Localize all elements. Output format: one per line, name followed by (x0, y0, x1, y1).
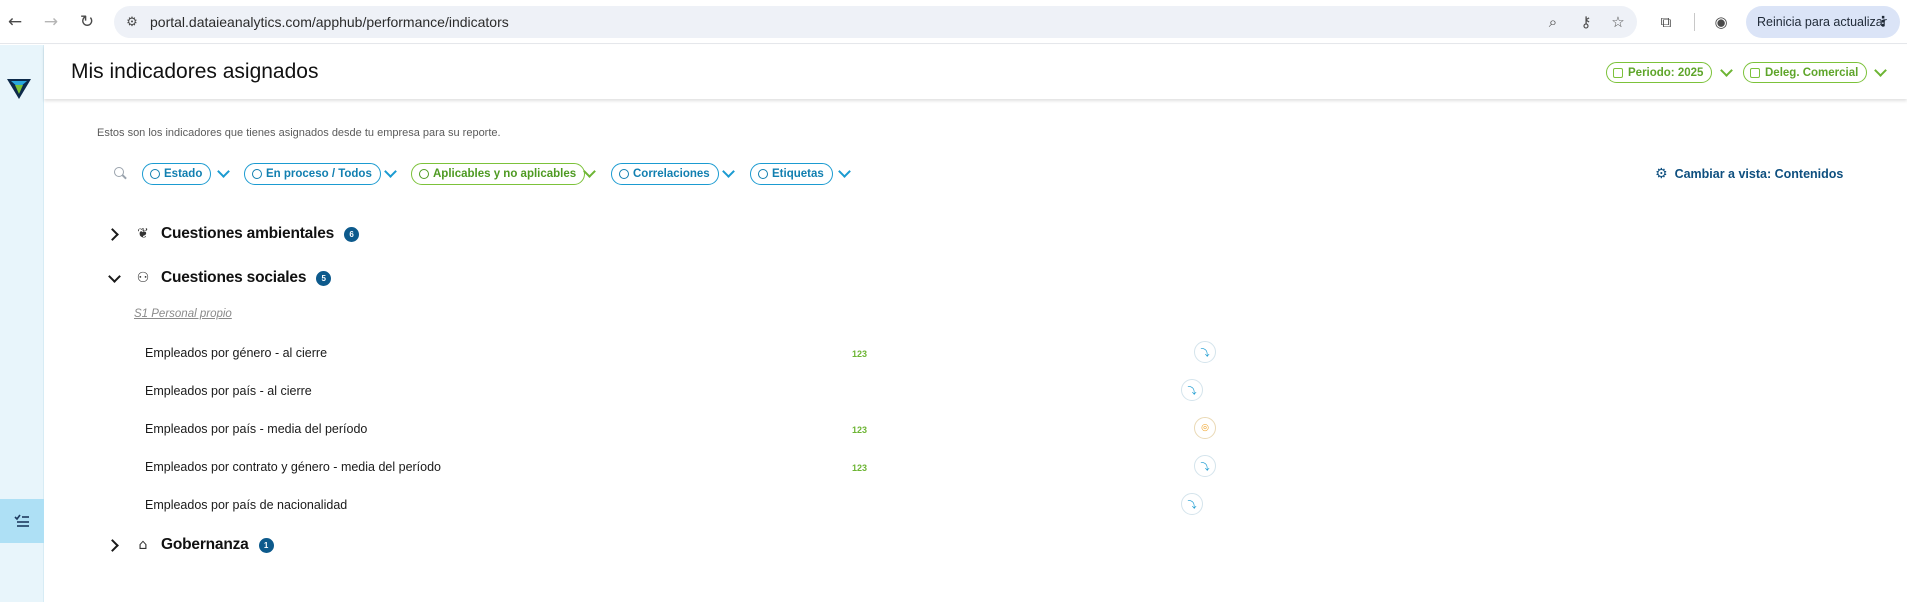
settings-gear-icon: ⚙ (1655, 166, 1668, 182)
update-label: Reinicia para actualizar (1757, 15, 1887, 29)
building-icon (1750, 67, 1760, 78)
status-pending-icon[interactable]: ⤵ (1181, 379, 1203, 401)
chevron-down-icon[interactable] (1720, 66, 1732, 78)
site-settings-icon[interactable]: ⚙ (122, 12, 142, 32)
filter-label: Estado (164, 168, 203, 180)
section-environmental[interactable]: ❦ Cuestiones ambientales 6 (108, 221, 360, 247)
count-badge: 5 (316, 270, 332, 286)
progress-icon (252, 169, 262, 179)
filter-label: Correlaciones (633, 168, 710, 180)
indicator-row[interactable]: Empleados por país de nacionalidad (145, 498, 347, 512)
section-title: Cuestiones sociales (161, 269, 307, 286)
chevron-down-icon[interactable] (217, 167, 229, 179)
filter-applicability[interactable]: Aplicables y no aplicables (411, 163, 586, 185)
reload-icon[interactable]: ↻ (76, 11, 98, 33)
url-text[interactable]: portal.dataieanalytics.com/apphub/perfor… (150, 14, 509, 30)
status-pending-icon[interactable]: ⤵ (1181, 493, 1203, 515)
delegation-filter[interactable]: Deleg. Comercial (1743, 62, 1868, 83)
password-key-icon[interactable]: ⚷ (1576, 12, 1596, 32)
filter-label: En proceso / Todos (266, 168, 372, 180)
chevron-down-icon[interactable] (583, 167, 595, 179)
change-view-button[interactable]: ⚙ Cambiar a vista: Contenidos (1655, 166, 1843, 182)
numeric-type-tag: 123 (852, 425, 868, 435)
section-governance[interactable]: ⌂ Gobernanza 1 (108, 532, 274, 558)
forward-icon[interactable]: → (40, 11, 62, 33)
page-description: Estos son los indicadores que tienes asi… (97, 127, 501, 139)
indicator-row[interactable]: Empleados por contrato y género - media … (145, 460, 441, 474)
update-button[interactable]: Reinicia para actualizar ⋮ (1746, 6, 1900, 38)
filter-status[interactable]: Estado (142, 163, 212, 185)
count-badge: 6 (344, 226, 360, 242)
group-label[interactable]: S1 Personal propio (134, 308, 232, 320)
app-logo-icon[interactable] (6, 75, 32, 101)
bookmark-star-icon[interactable]: ☆ (1608, 12, 1628, 32)
calendar-icon (1613, 67, 1623, 78)
filter-progress[interactable]: En proceso / Todos (244, 163, 381, 185)
delegation-label: Deleg. Comercial (1765, 66, 1859, 79)
change-view-label: Cambiar a vista: Contenidos (1674, 167, 1844, 181)
leaf-icon: ❦ (137, 226, 149, 242)
correlation-icon (619, 169, 629, 179)
page-header: Mis indicadores asignados Periodo: 2025 … (44, 45, 1907, 99)
filter-correlations[interactable]: Correlaciones (611, 163, 719, 185)
filter-label: Aplicables y no aplicables (433, 168, 577, 180)
search-icon[interactable] (113, 166, 127, 180)
chevron-down-icon[interactable] (1874, 66, 1886, 78)
check-circle-icon (419, 169, 429, 179)
count-badge: 1 (258, 537, 274, 553)
period-filter[interactable]: Periodo: 2025 (1606, 62, 1713, 83)
filter-tags[interactable]: Etiquetas (750, 163, 833, 185)
status-warning-icon[interactable]: ◎ (1194, 417, 1216, 439)
section-title: Cuestiones ambientales (161, 225, 335, 242)
period-label: Periodo: 2025 (1628, 66, 1704, 79)
status-pending-icon[interactable]: ⤵ (1194, 455, 1216, 477)
page-title: Mis indicadores asignados (71, 60, 319, 83)
status-pending-icon[interactable]: ⤵ (1194, 341, 1216, 363)
browser-toolbar: ← → ↻ ⚙ portal.dataieanalytics.com/apphu… (0, 0, 1907, 44)
section-social[interactable]: ⚇ Cuestiones sociales 5 (108, 265, 332, 291)
indicator-row[interactable]: Empleados por país - al cierre (145, 384, 312, 398)
profile-icon[interactable]: ◉ (1711, 12, 1731, 32)
filter-label: Etiquetas (772, 168, 824, 180)
bank-icon: ⌂ (138, 537, 148, 553)
chevron-down-icon[interactable] (384, 167, 396, 179)
tag-icon (758, 169, 768, 179)
chevron-down-icon[interactable] (108, 272, 120, 284)
numeric-type-tag: 123 (852, 349, 868, 359)
address-bar[interactable]: ⚙ portal.dataieanalytics.com/apphub/perf… (114, 6, 1637, 38)
left-rail (0, 45, 44, 602)
chevron-right-icon[interactable] (108, 539, 120, 551)
chevron-down-icon[interactable] (722, 167, 734, 179)
status-icon (150, 169, 160, 179)
zoom-icon[interactable]: ⌕ (1543, 12, 1563, 32)
people-icon: ⚇ (136, 270, 150, 286)
back-icon[interactable]: ← (4, 11, 26, 33)
chevron-down-icon[interactable] (838, 167, 850, 179)
chevron-right-icon[interactable] (108, 228, 120, 240)
indicator-row[interactable]: Empleados por país - media del período (145, 422, 367, 436)
task-list-icon[interactable] (0, 499, 44, 543)
extensions-icon[interactable]: ⧉ (1656, 12, 1676, 32)
numeric-type-tag: 123 (852, 463, 868, 473)
toolbar-divider (1694, 13, 1695, 31)
section-title: Gobernanza (161, 536, 249, 553)
indicator-row[interactable]: Empleados por género - al cierre (145, 346, 327, 360)
more-menu-icon[interactable]: ⋮ (1876, 13, 1890, 30)
